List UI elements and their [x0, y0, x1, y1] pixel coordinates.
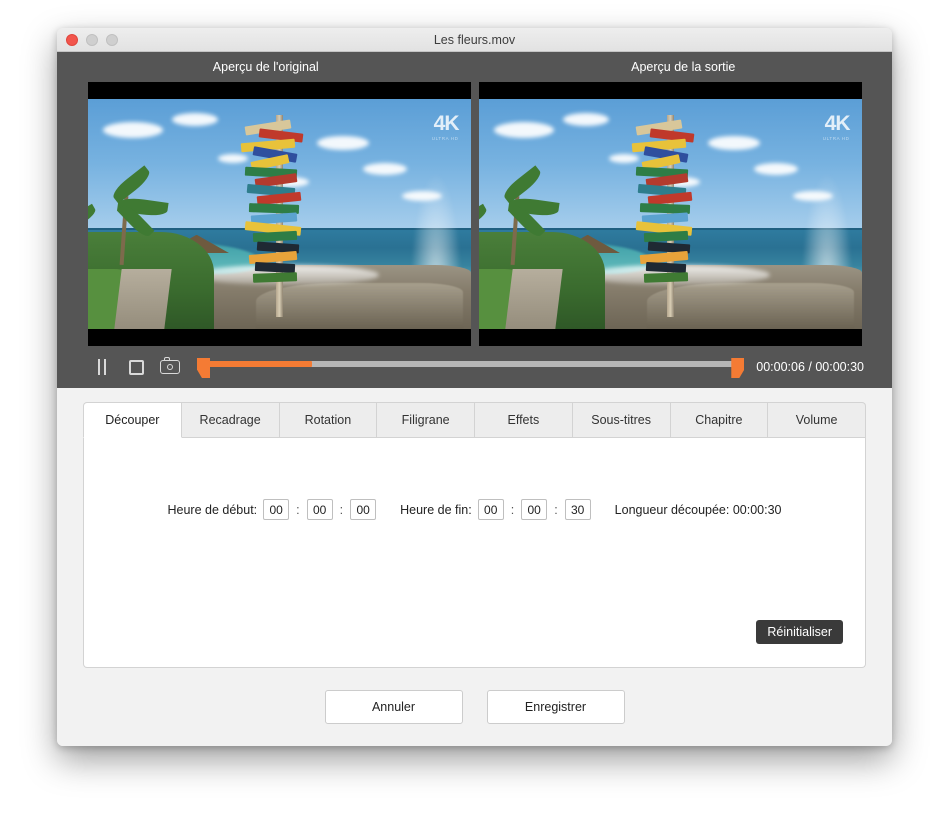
trimmed-length-label: Longueur découpée: 00:00:30 — [615, 503, 782, 517]
tab-volume[interactable]: Volume — [768, 402, 866, 438]
cloud-icon — [103, 122, 163, 138]
transport-bar: 00:00:06 / 00:00:30 — [57, 346, 892, 388]
tab-rotation[interactable]: Rotation — [280, 402, 378, 438]
tab-recadrage[interactable]: Recadrage — [182, 402, 280, 438]
timeline-progress-fill — [206, 361, 312, 367]
dialog-footer: Annuler Enregistrer — [83, 668, 866, 746]
trim-controls-row: Heure de début: 00 : 00 : 00 Heure de fi… — [84, 499, 865, 520]
tab-filigrane[interactable]: Filigrane — [377, 402, 475, 438]
signpost-arrow — [253, 272, 297, 283]
time-colon: : — [511, 503, 514, 517]
signpost-arrow — [646, 262, 686, 273]
end-time-label: Heure de fin: — [400, 503, 472, 517]
traffic-lights — [66, 34, 118, 46]
trim-panel: Heure de début: 00 : 00 : 00 Heure de fi… — [83, 437, 866, 668]
timeline-slider[interactable] — [197, 354, 744, 380]
time-colon: : — [340, 503, 343, 517]
editor-tabs: Découper Recadrage Rotation Filigrane Ef… — [83, 402, 866, 438]
cancel-button[interactable]: Annuler — [325, 690, 463, 724]
application-window: Les fleurs.mov Aperçu de l'original Aper… — [57, 28, 892, 746]
cloud-icon — [563, 113, 609, 126]
output-preview-label: Aperçu de la sortie — [475, 52, 893, 82]
window-title: Les fleurs.mov — [57, 28, 892, 52]
signpost-arrow — [255, 262, 295, 273]
end-hours-input[interactable]: 00 — [478, 499, 504, 520]
trim-start-handle[interactable] — [197, 358, 210, 378]
signpost-arrow — [644, 272, 688, 283]
save-button[interactable]: Enregistrer — [487, 690, 625, 724]
pause-button[interactable] — [85, 354, 119, 380]
tab-decouper[interactable]: Découper — [83, 402, 182, 438]
pause-icon — [98, 359, 106, 375]
path-layer — [114, 269, 171, 329]
stop-icon — [129, 360, 144, 375]
reset-button[interactable]: Réinitialiser — [756, 620, 843, 644]
output-video-image: 4K ULTRA HD — [479, 99, 862, 329]
media-region: Aperçu de l'original Aperçu de la sortie — [57, 52, 892, 388]
stop-button[interactable] — [119, 354, 153, 380]
trim-end-handle[interactable] — [731, 358, 744, 378]
timeline-track[interactable] — [206, 361, 734, 367]
end-time-group: Heure de fin: 00 : 00 : 30 — [400, 499, 591, 520]
camera-icon — [160, 360, 180, 374]
path-layer — [505, 269, 562, 329]
title-bar: Les fleurs.mov — [57, 28, 892, 52]
minimize-window-icon[interactable] — [86, 34, 98, 46]
signpost — [610, 115, 730, 317]
original-video-image: 4K ULTRA HD — [88, 99, 471, 329]
output-video-preview[interactable]: 4K ULTRA HD — [479, 82, 862, 346]
time-colon: : — [296, 503, 299, 517]
tab-sous-titres[interactable]: Sous-titres — [573, 402, 671, 438]
maximize-window-icon[interactable] — [106, 34, 118, 46]
tab-chapitre[interactable]: Chapitre — [671, 402, 769, 438]
start-hours-input[interactable]: 00 — [263, 499, 289, 520]
cloud-icon — [494, 122, 554, 138]
end-seconds-input[interactable]: 30 — [565, 499, 591, 520]
start-minutes-input[interactable]: 00 — [307, 499, 333, 520]
preview-panes: 4K ULTRA HD — [57, 82, 892, 346]
cloud-icon — [172, 113, 218, 126]
end-minutes-input[interactable]: 00 — [521, 499, 547, 520]
close-window-icon[interactable] — [66, 34, 78, 46]
start-seconds-input[interactable]: 00 — [350, 499, 376, 520]
signpost — [219, 115, 339, 317]
time-readout: 00:00:06 / 00:00:30 — [756, 360, 864, 374]
time-colon: : — [554, 503, 557, 517]
start-time-label: Heure de début: — [168, 503, 258, 517]
preview-labels: Aperçu de l'original Aperçu de la sortie — [57, 52, 892, 82]
start-time-group: Heure de début: 00 : 00 : 00 — [168, 499, 377, 520]
tab-effets[interactable]: Effets — [475, 402, 573, 438]
editor-section: Découper Recadrage Rotation Filigrane Ef… — [57, 388, 892, 746]
original-video-preview[interactable]: 4K ULTRA HD — [88, 82, 471, 346]
original-preview-label: Aperçu de l'original — [57, 52, 475, 82]
snapshot-button[interactable] — [153, 354, 187, 380]
